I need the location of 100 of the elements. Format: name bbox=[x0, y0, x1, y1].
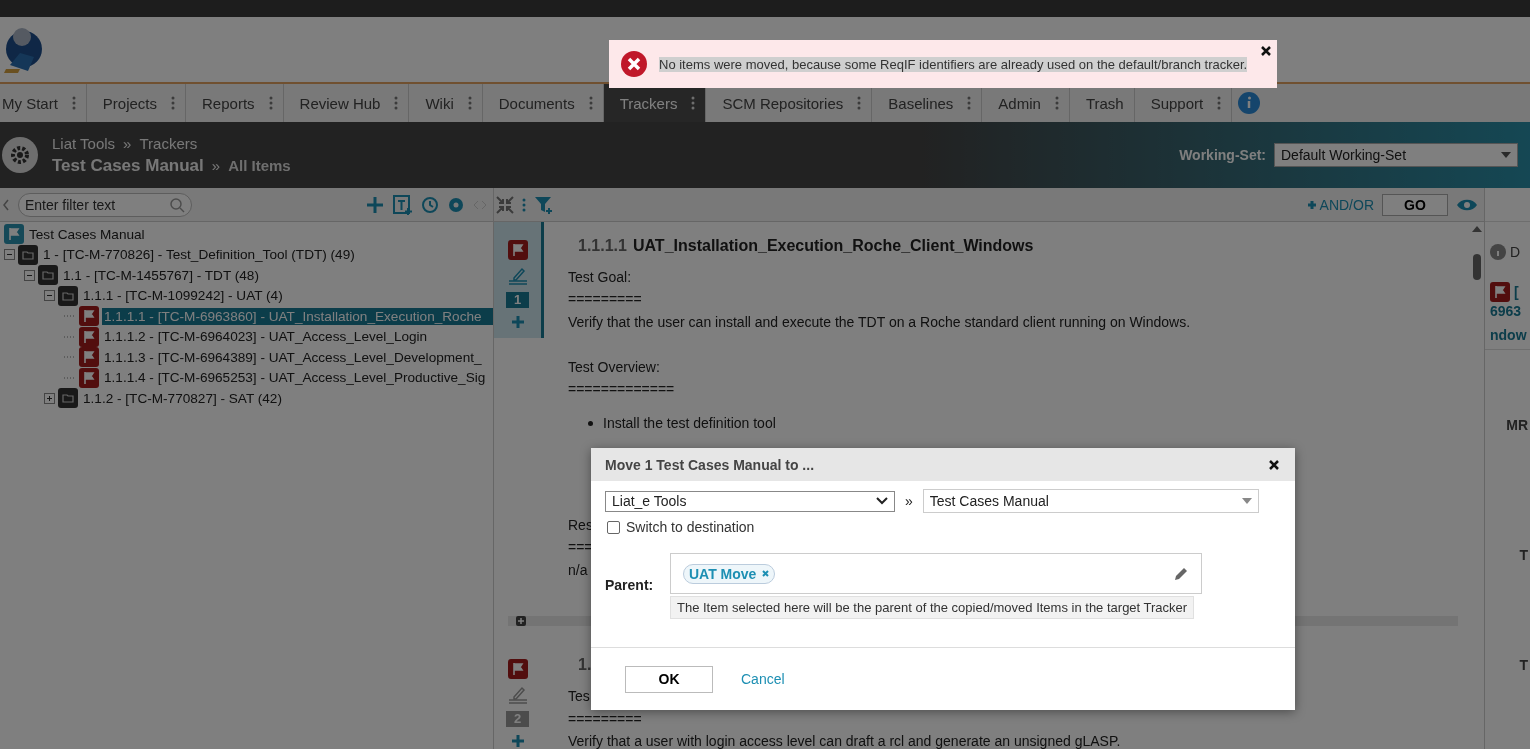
parent-token[interactable]: UAT Move bbox=[683, 563, 776, 584]
info-icon[interactable] bbox=[1238, 92, 1261, 114]
and-or-link[interactable]: AND/OR bbox=[1319, 196, 1374, 213]
connector-line bbox=[64, 315, 76, 318]
add-icon[interactable] bbox=[509, 733, 526, 749]
panel-tab[interactable]: D bbox=[1510, 244, 1521, 260]
body-text: Verify that a user with login access level can draft a rcl and generate an unsigned gLASP. bbox=[568, 732, 1121, 749]
body-text: n/a bbox=[568, 560, 588, 580]
body-text: Test Goal: bbox=[568, 268, 632, 287]
project-select[interactable]: Liat_e Tools bbox=[605, 490, 895, 512]
parent-label: Parent: bbox=[605, 577, 655, 593]
body-text: Test Overview: bbox=[568, 357, 660, 377]
more-icon[interactable] bbox=[394, 96, 399, 110]
more-icon[interactable] bbox=[467, 96, 472, 110]
flag-icon bbox=[4, 224, 24, 245]
tree-item[interactable]: 1.1.1.4 - [TC-M-6965253] - UAT_Access_Level_Productive_Sig bbox=[102, 369, 488, 387]
bullet-icon bbox=[588, 421, 593, 427]
connector-line bbox=[64, 335, 76, 338]
expand-icon[interactable] bbox=[44, 392, 55, 404]
parent-hint: The Item selected here will be the parent of the copied/moved Items in the target Tracker bbox=[670, 596, 1195, 619]
item-reference[interactable]: [ bbox=[1514, 284, 1519, 300]
caret-icon bbox=[1501, 152, 1511, 158]
error-icon bbox=[621, 51, 647, 77]
breadcrumb-link[interactable]: Trackers bbox=[139, 134, 198, 152]
tracker-title[interactable]: Test Cases Manual bbox=[52, 155, 204, 176]
remove-icon[interactable] bbox=[762, 570, 770, 577]
add-condition-icon[interactable] bbox=[1305, 198, 1318, 211]
caret-icon bbox=[1241, 498, 1252, 504]
tree-item[interactable]: 1.1.1.2 - [TC-M-6964023] - UAT_Access_Level_Login bbox=[102, 328, 430, 346]
item-title[interactable]: UAT_Installation_Execution_Roche_Client_Windows bbox=[632, 237, 1034, 255]
collapse-icon[interactable] bbox=[24, 269, 35, 281]
more-icon[interactable] bbox=[691, 96, 696, 110]
close-icon[interactable] bbox=[1269, 459, 1279, 470]
folder-icon bbox=[18, 244, 38, 265]
more-icon[interactable] bbox=[522, 197, 526, 212]
close-icon[interactable] bbox=[1261, 46, 1271, 56]
chevron-left-icon[interactable] bbox=[2, 198, 10, 211]
chevron-down-icon bbox=[876, 497, 888, 505]
filter-icon[interactable] bbox=[534, 194, 554, 215]
add-icon[interactable] bbox=[365, 194, 385, 215]
more-icon[interactable] bbox=[967, 96, 972, 110]
search-icon bbox=[169, 196, 185, 213]
scroll-up-icon[interactable] bbox=[1472, 226, 1482, 232]
eye-icon[interactable] bbox=[1456, 197, 1478, 212]
go-button[interactable]: GO bbox=[1382, 193, 1448, 216]
add-text-icon[interactable] bbox=[393, 194, 413, 215]
ok-button[interactable]: OK bbox=[625, 665, 713, 693]
working-set-select[interactable]: Default Working-Set bbox=[1274, 143, 1518, 167]
collapse-icon[interactable] bbox=[44, 290, 55, 302]
tree-item[interactable]: 1.1.1 - [TC-M-1099242] - UAT (4) bbox=[81, 287, 285, 305]
add-icon[interactable] bbox=[509, 314, 526, 330]
field-label: MR bbox=[1506, 417, 1528, 433]
item-reference[interactable]: 6963 bbox=[1490, 303, 1522, 319]
body-text: ========= bbox=[568, 709, 642, 729]
body-text: Tes bbox=[568, 687, 590, 707]
more-icon[interactable] bbox=[1217, 96, 1222, 110]
folder-icon bbox=[38, 265, 58, 286]
flag-icon bbox=[79, 347, 99, 368]
folder-icon bbox=[58, 285, 78, 306]
error-message: No items were moved, because some ReqIF identifiers are already used on the default/branch tracker. bbox=[659, 56, 1248, 72]
more-icon[interactable] bbox=[268, 96, 273, 110]
more-icon[interactable] bbox=[1054, 96, 1059, 110]
comment-count[interactable]: 1 bbox=[505, 292, 530, 308]
info-icon bbox=[1490, 244, 1506, 260]
field-label: T bbox=[1519, 657, 1528, 673]
tree-root[interactable]: Test Cases Manual bbox=[27, 225, 147, 243]
flag-icon bbox=[79, 306, 99, 327]
collapse-all-icon[interactable] bbox=[496, 195, 514, 214]
history-icon[interactable] bbox=[421, 195, 439, 214]
working-set-label: Working-Set: bbox=[1179, 147, 1266, 163]
parent-field[interactable]: UAT Move bbox=[670, 553, 1202, 594]
switch-checkbox[interactable]: Switch to destination bbox=[607, 519, 1281, 535]
tracker-select[interactable]: Test Cases Manual bbox=[922, 489, 1259, 513]
connector-line bbox=[64, 376, 76, 379]
separator-text: » bbox=[905, 493, 913, 509]
folder-icon bbox=[58, 388, 78, 409]
list-item: Install the test definition tool bbox=[603, 414, 776, 434]
tree-item[interactable]: 1.1.1.1 - [TC-M-6963860] - UAT_Installation_Execution_Roche bbox=[102, 307, 493, 325]
body-text: ============= bbox=[568, 380, 675, 399]
item-number: 1. bbox=[578, 656, 592, 675]
more-icon[interactable] bbox=[171, 96, 176, 110]
collapse-icon[interactable] bbox=[4, 249, 15, 261]
item-reference[interactable]: ndow bbox=[1490, 326, 1527, 343]
cancel-link[interactable]: Cancel bbox=[741, 671, 785, 687]
breadcrumb-link[interactable]: Liat Tools bbox=[52, 134, 116, 152]
more-icon[interactable] bbox=[71, 96, 76, 110]
more-icon[interactable] bbox=[588, 96, 593, 110]
expand-icon[interactable] bbox=[516, 616, 526, 627]
connector-line bbox=[64, 356, 76, 359]
tree-item[interactable]: 1.1 - [TC-M-1455767] - TDT (48) bbox=[61, 266, 261, 284]
breadcrumb-separator: » bbox=[123, 134, 132, 152]
flag-icon bbox=[1490, 282, 1510, 302]
tree-item[interactable]: 1 - [TC-M-770826] - Test_Definition_Tool (TDT) (49) bbox=[41, 246, 357, 264]
body-text: ========= bbox=[568, 290, 642, 310]
tree-item[interactable]: 1.1.1.3 - [TC-M-6964389] - UAT_Access_Level_Development_ bbox=[102, 348, 484, 366]
tree-item[interactable]: 1.1.2 - [TC-M-770827] - SAT (42) bbox=[81, 389, 284, 407]
more-icon[interactable] bbox=[857, 96, 862, 110]
edit-icon[interactable] bbox=[1173, 565, 1189, 582]
filter-field[interactable]: Enter filter text bbox=[18, 192, 192, 217]
scrollbar-thumb[interactable] bbox=[1473, 254, 1481, 280]
